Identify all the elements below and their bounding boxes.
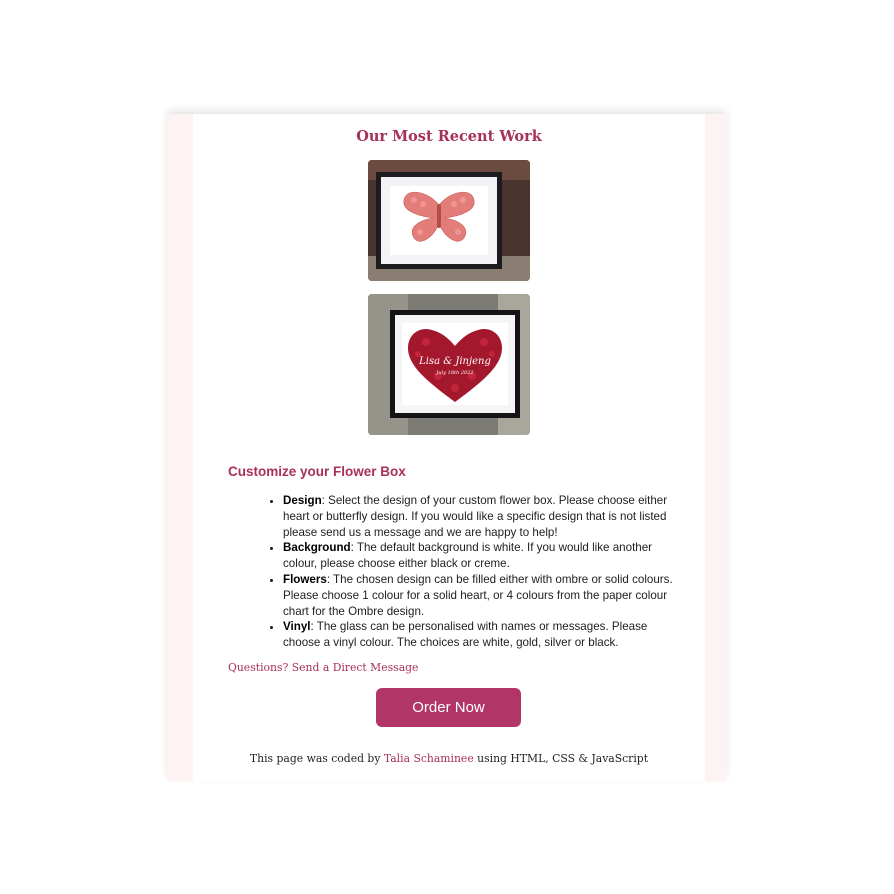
- footer-suffix: using HTML, CSS & JavaScript: [473, 752, 649, 765]
- svg-text:July 18th 2022: July 18th 2022: [435, 370, 473, 376]
- order-now-button[interactable]: Order Now: [376, 688, 521, 727]
- svg-text:Lisa & Jinjeng: Lisa & Jinjeng: [418, 356, 491, 367]
- heart-flower-box-photo: Lisa & Jinjeng July 18th 2022: [368, 294, 530, 435]
- option-label: Background: [283, 541, 351, 555]
- option-flowers: Flowers: The chosen design can be filled…: [283, 572, 685, 619]
- footer-credit: This page was coded by Talia Schaminee u…: [193, 752, 705, 765]
- page-frame: Our Most Recent Work Lisa & Jinjeng July…: [167, 114, 726, 781]
- option-text: : The glass can be personalised with nam…: [283, 620, 648, 650]
- option-label: Vinyl: [283, 620, 311, 634]
- option-vinyl: Vinyl: The glass can be personalised wit…: [283, 619, 685, 651]
- direct-message-link[interactable]: Questions? Send a Direct Message: [228, 661, 418, 674]
- footer-prefix: This page was coded by: [249, 752, 384, 765]
- customize-options-list: Design: Select the design of your custom…: [245, 493, 685, 651]
- option-text: : Select the design of your custom flowe…: [283, 494, 668, 539]
- option-text: : The chosen design can be filled either…: [283, 572, 673, 618]
- option-background: Background: The default background is wh…: [283, 540, 685, 572]
- option-design: Design: Select the design of your custom…: [283, 493, 685, 540]
- option-label: Design: [283, 494, 322, 507]
- author-link[interactable]: Talia Schaminee: [384, 752, 474, 765]
- main-content: Our Most Recent Work Lisa & Jinjeng July…: [193, 114, 705, 781]
- butterfly-flower-box-photo: [368, 160, 530, 281]
- customize-title: Customize your Flower Box: [228, 464, 406, 479]
- recent-work-title: Our Most Recent Work: [356, 128, 542, 145]
- option-label: Flowers: [283, 572, 327, 586]
